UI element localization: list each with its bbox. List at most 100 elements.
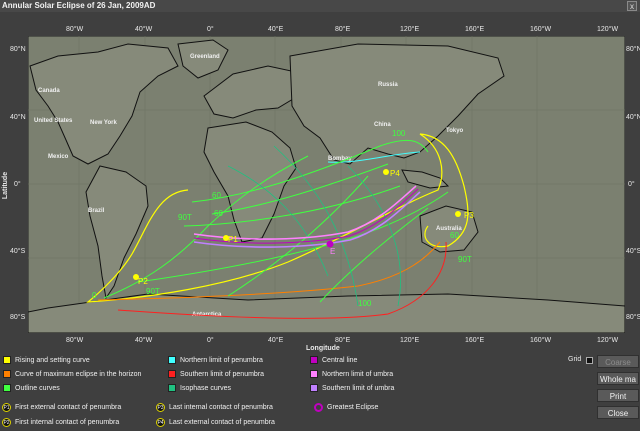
legend-contact-p1: P1 First external contact of penumbra xyxy=(2,403,121,412)
bottom-tick: 40°E xyxy=(268,337,284,344)
contact-badge: P1 xyxy=(2,403,11,412)
legend-label: Outline curves xyxy=(15,384,60,392)
bottom-tick: 160°E xyxy=(465,337,485,344)
coarse-button[interactable]: Coarse xyxy=(597,355,639,368)
curve-label: 100 xyxy=(358,299,372,308)
legend-label: Last internal contact of penumbra xyxy=(169,404,273,411)
greatest-eclipse-label: E xyxy=(330,247,335,256)
p2-label: P2 xyxy=(138,277,148,286)
legend-contact-p4: P4 Last external contact of penumbra xyxy=(156,418,275,427)
label-united-states: United States xyxy=(34,118,73,124)
legend-label: First internal contact of penumbra xyxy=(15,419,120,426)
top-tick: 160°W xyxy=(530,26,552,33)
legend-label: Isophase curves xyxy=(180,384,231,392)
label-canada: Canada xyxy=(38,88,60,94)
bottom-tick: 40°W xyxy=(135,337,153,344)
legend-swatch xyxy=(310,356,318,364)
top-tick: 120°E xyxy=(400,26,420,33)
curve-label: 90T xyxy=(146,287,160,296)
p4-label: P4 xyxy=(390,169,400,178)
legend-contact-p2: P2 First internal contact of penumbra xyxy=(2,418,119,427)
curve-label: 60 xyxy=(212,191,221,200)
legend-label: First external contact of penumbra xyxy=(15,404,122,411)
curve-label: 0 xyxy=(92,291,97,300)
legend-swatch xyxy=(168,384,176,392)
curve-label: 100 xyxy=(392,129,406,138)
lat-tick-right: 40°N xyxy=(626,114,640,121)
legend-swatch xyxy=(3,384,11,392)
legend-item-rising-setting: Rising and setting curve xyxy=(3,356,90,364)
legend-contact-p3: P3 Last internal contact of penumbra xyxy=(156,403,273,412)
p3-marker xyxy=(455,211,461,217)
label-china: China xyxy=(374,122,391,128)
p4-marker xyxy=(383,169,389,175)
top-tick: 40°W xyxy=(135,26,153,33)
title-bar: Annular Solar Eclipse of 26 Jan, 2009AD … xyxy=(0,0,640,12)
legend-label: Greatest Eclipse xyxy=(327,404,379,411)
top-tick: 120°W xyxy=(597,26,619,33)
label-new-york: New York xyxy=(90,120,117,126)
contact-badge: P2 xyxy=(2,418,11,427)
legend-swatch xyxy=(310,384,318,392)
lat-tick-left: 80°S xyxy=(10,314,26,321)
legend-greatest-eclipse: Greatest Eclipse xyxy=(314,403,378,412)
legend-label: Rising and setting curve xyxy=(15,356,90,364)
top-tick: 160°E xyxy=(465,26,485,33)
whole-map-button[interactable]: Whole ma xyxy=(597,372,639,385)
legend-label: Central line xyxy=(322,356,358,364)
top-tick: 0° xyxy=(207,26,214,33)
lat-tick-left: 40°N xyxy=(10,114,26,121)
grid-checkbox[interactable] xyxy=(586,357,593,364)
label-mexico: Mexico xyxy=(48,154,69,160)
bottom-tick: 0° xyxy=(207,337,214,344)
print-button[interactable]: Print xyxy=(597,389,639,402)
legend-item-max-eclipse-horizon: Curve of maximum eclipse in the horizon xyxy=(3,370,141,378)
top-tick: 80°E xyxy=(335,26,351,33)
greatest-eclipse-icon xyxy=(314,403,323,412)
contact-badge: P4 xyxy=(156,418,165,427)
legend-label: Curve of maximum eclipse in the horizon xyxy=(15,370,142,378)
lat-tick-right: 80°N xyxy=(626,46,640,53)
label-tokyo: Tokyo xyxy=(446,128,464,134)
curve-label: 90T xyxy=(458,255,472,264)
legend-label: Southern limit of umbra xyxy=(322,384,395,392)
window-title: Annular Solar Eclipse of 26 Jan, 2009AD xyxy=(2,1,156,10)
lat-tick-left: 40°S xyxy=(10,248,26,255)
lat-tick-right: 80°S xyxy=(626,314,640,321)
curve-label: 90T xyxy=(178,213,192,222)
legend-item-outline-curves: Outline curves xyxy=(3,384,60,392)
grid-label: Grid xyxy=(568,356,582,363)
bottom-tick: 120°E xyxy=(400,337,420,344)
legend-swatch xyxy=(168,356,176,364)
lat-tick-right: 40°S xyxy=(626,248,640,255)
legend-swatch xyxy=(3,356,11,364)
legend-swatch xyxy=(3,370,11,378)
legend-item-north-umbra: Northern limit of umbra xyxy=(310,370,393,378)
top-tick: 80°W xyxy=(66,26,84,33)
legend-item-central-line: Central line xyxy=(310,356,357,364)
label-greenland: Greenland xyxy=(190,54,220,60)
legend-item-south-umbra: Southern limit of umbra xyxy=(310,384,394,392)
legend-item-south-penumbra: Southern limit of penumbra xyxy=(168,370,264,378)
legend-label: Last external contact of penumbra xyxy=(169,419,275,426)
contact-badge: P3 xyxy=(156,403,165,412)
lat-tick-right: 0° xyxy=(628,181,635,188)
label-russia: Russia xyxy=(378,82,398,88)
window-close-button[interactable]: x xyxy=(627,1,637,11)
bottom-tick: 120°W xyxy=(597,337,619,344)
bottom-tick: 80°E xyxy=(335,337,351,344)
lat-tick-left: 0° xyxy=(14,181,21,188)
p3-label: P3 xyxy=(464,211,474,220)
curve-label: 60 xyxy=(214,209,223,218)
close-button[interactable]: Close xyxy=(597,406,639,419)
eclipse-map[interactable]: Canada United States New York Mexico Bra… xyxy=(28,36,625,333)
legend-swatch xyxy=(310,370,318,378)
p1-label: P1 xyxy=(228,235,238,244)
legend-item-isophase: Isophase curves xyxy=(168,384,231,392)
x-axis-title: Longitude xyxy=(306,345,340,352)
legend-swatch xyxy=(168,370,176,378)
bottom-tick: 80°W xyxy=(66,337,84,344)
curve-label: 60 xyxy=(450,231,459,240)
label-brazil: Brazil xyxy=(88,208,105,214)
legend-label: Northern limit of penumbra xyxy=(180,356,263,364)
